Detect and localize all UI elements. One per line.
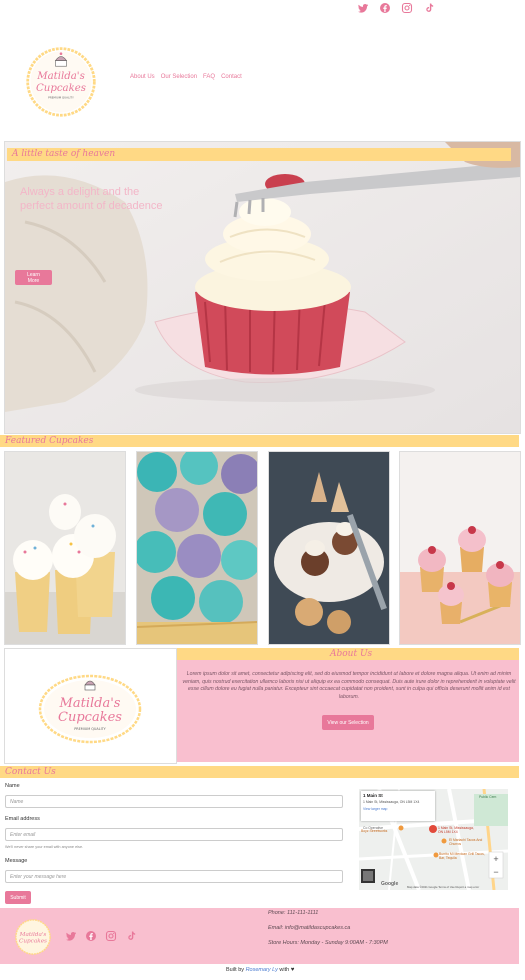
nav-contact[interactable]: Contact: [221, 74, 242, 80]
heart-icon: ♥: [290, 967, 295, 973]
about-panel: [177, 648, 519, 762]
map-info-card: 1 Main St 1 Main St, Mississauga, ON L5M…: [361, 791, 435, 821]
view-selection-button[interactable]: View our Selection: [322, 715, 374, 730]
footer-social-links: [65, 930, 137, 942]
about-logo: Matilda's Cupcakes PREMIUM QUALITY: [38, 674, 142, 744]
footer-logo-line1: Matilda's: [19, 932, 47, 938]
map-pin-label: 1 Main St, Mississauga, ON L5M 1X4: [438, 826, 474, 834]
tiktok-icon[interactable]: [423, 2, 435, 14]
hero-tagline: A little taste of heaven: [12, 149, 116, 159]
credit-line: Built by Rosemary Ly with ♥: [226, 967, 294, 973]
twitter-icon[interactable]: [357, 2, 369, 14]
zoom-in-icon[interactable]: +: [493, 854, 498, 864]
email-label: Email address: [5, 816, 40, 822]
facebook-icon[interactable]: [85, 930, 97, 942]
map-pin-icon: [429, 825, 437, 833]
email-hint: We'll never share your email with anyone…: [5, 845, 84, 849]
about-title: About Us: [330, 649, 373, 659]
featured-photo-1[interactable]: [4, 451, 126, 645]
google-logo: Google: [381, 881, 399, 887]
instagram-icon[interactable]: [105, 930, 117, 942]
featured-photo-4[interactable]: [399, 451, 521, 645]
map-address: 1 Main St, Mississauga, ON L5M 1X4: [363, 800, 420, 804]
name-label: Name: [5, 783, 20, 789]
footer-logo-line2: Cupcakes: [19, 939, 47, 945]
name-input[interactable]: Name: [5, 795, 343, 808]
submit-button[interactable]: Submit: [5, 891, 31, 904]
featured-photo-3[interactable]: [268, 451, 390, 645]
about-logo-line1: Matilda's: [59, 696, 121, 711]
message-input[interactable]: Enter your message here: [5, 870, 343, 883]
email-input[interactable]: Enter email: [5, 828, 343, 841]
learn-more-button[interactable]: Learn More: [15, 270, 52, 285]
map-label-public: Public Cem: [479, 795, 497, 799]
map-attribution: Map data ©2021 Google Terms of Use Repor…: [407, 885, 480, 889]
tiktok-icon[interactable]: [125, 930, 137, 942]
facebook-icon[interactable]: [379, 2, 391, 14]
nav-faq[interactable]: FAQ: [203, 74, 215, 80]
hero-headline: Always a delight and the perfect amount …: [20, 186, 163, 212]
featured-title: Featured Cupcakes: [5, 436, 94, 446]
zoom-out-icon[interactable]: −: [493, 867, 498, 877]
map-label-boys: Boyz Streetworks: [361, 829, 388, 833]
about-logo-line2: Cupcakes: [58, 710, 122, 725]
site-logo[interactable]: Matilda's Cupcakes PREMIUM QUALITY: [24, 44, 98, 118]
map-label-burrito: Burrito Mi Mexican Grill Tacos, Bar, Teq…: [439, 852, 485, 860]
message-label: Message: [5, 858, 28, 864]
nav-our-selection[interactable]: Our Selection: [161, 74, 197, 80]
footer-email: Email: info@matildascupcakes.ca: [268, 925, 351, 931]
credit-suffix: with: [279, 967, 290, 973]
about-logo-panel: Matilda's Cupcakes PREMIUM QUALITY: [4, 648, 177, 764]
location-map[interactable]: + − 1 Main St 1 Main St, Mississauga, ON…: [359, 789, 508, 890]
view-larger-map-link[interactable]: View larger map: [363, 807, 433, 811]
main-nav: About Us Our Selection FAQ Contact: [130, 74, 242, 80]
featured-photo-2[interactable]: [136, 451, 258, 645]
logo-line2: Cupcakes: [36, 83, 86, 94]
logo-line1: Matilda's: [36, 71, 85, 82]
about-text: Lorem ipsum dolor sit amet, consectetur …: [182, 671, 516, 700]
instagram-icon[interactable]: [401, 2, 413, 14]
about-logo-tagline: PREMIUM QUALITY: [74, 727, 106, 731]
map-label-mariachi: El Mariachi Tacos And Churros: [449, 838, 483, 846]
top-social-links: [357, 2, 435, 14]
credit-prefix: Built by: [226, 967, 245, 973]
nav-about-us[interactable]: About Us: [130, 74, 155, 80]
footer-phone: Phone: 111-111-1111: [268, 910, 319, 916]
map-place: 1 Main St: [363, 793, 383, 798]
footer-logo[interactable]: Matilda's Cupcakes: [14, 918, 52, 956]
contact-title: Contact Us: [5, 767, 56, 777]
footer-hours: Store Hours: Monday - Sunday 9:00AM - 7:…: [268, 940, 388, 946]
author-link[interactable]: Rosemary Ly: [246, 967, 278, 973]
contact-title-bar: [0, 766, 519, 778]
twitter-icon[interactable]: [65, 930, 77, 942]
logo-tagline: PREMIUM QUALITY: [48, 96, 74, 100]
